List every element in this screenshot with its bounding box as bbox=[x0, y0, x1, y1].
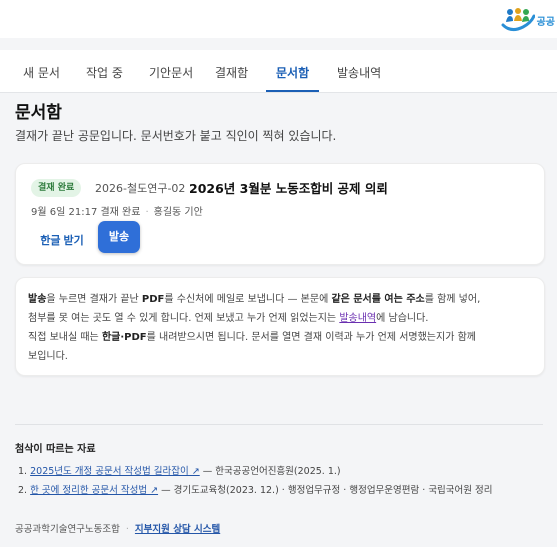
reference-link[interactable]: 한 곳에 정리한 공문서 작성법 ↗ bbox=[30, 485, 158, 496]
document-meta: 9월 6일 21:17 결재 완료 · 홍길동 기안 bbox=[31, 203, 203, 218]
reference-item: 1. 2025년도 개정 공문서 작성법 길라잡이 ↗ — 한국공공언어진흥원(… bbox=[18, 466, 341, 477]
section-divider bbox=[15, 424, 543, 425]
page-title: 문서함 bbox=[15, 103, 62, 123]
tab-drafts[interactable]: 기안문서 bbox=[149, 64, 193, 81]
tab-document-box[interactable]: 문서함 bbox=[276, 64, 309, 81]
document-title[interactable]: 2026년 3월분 노동조합비 공제 의뢰 bbox=[189, 178, 388, 197]
send-history-link[interactable]: 발송내역 bbox=[339, 313, 376, 324]
meta-separator: · bbox=[145, 207, 149, 218]
reference-item: 2. 한 곳에 정리한 공문서 작성법 ↗ — 경기도교육청(2023. 12.… bbox=[18, 485, 493, 496]
reference-link[interactable]: 2025년도 개정 공문서 작성법 길라잡이 ↗ bbox=[30, 466, 200, 477]
tab-approval-box[interactable]: 결재함 bbox=[215, 64, 248, 81]
tab-send-history[interactable]: 발송내역 bbox=[337, 64, 381, 81]
send-notice-card: 발송을 누르면 결재가 끝난 PDF를 수신처에 메일로 보냅니다 — 본문에 … bbox=[15, 277, 545, 376]
download-hwp-button[interactable]: 한글 받기 bbox=[31, 227, 93, 255]
status-badge: 결재 완료 bbox=[31, 179, 82, 197]
tab-in-progress[interactable]: 작업 중 bbox=[86, 64, 123, 81]
references-list: 1. 2025년도 개정 공문서 작성법 길라잡이 ↗ — 한국공공언어진흥원(… bbox=[18, 462, 493, 500]
support-system-link[interactable]: 지부지원 상담 시스템 bbox=[135, 524, 220, 535]
page-description: 결재가 끝난 공문입니다. 문서번호가 붙고 직인이 찍혀 있습니다. bbox=[15, 129, 337, 143]
tab-new-document[interactable]: 새 문서 bbox=[23, 64, 60, 81]
people-logo-icon bbox=[501, 8, 535, 32]
brand-logo[interactable]: 공공 bbox=[501, 6, 557, 34]
footer: 공공과학기술연구노동조합 · 지부지원 상담 시스템 bbox=[15, 521, 220, 535]
send-button[interactable]: 발송 bbox=[98, 221, 140, 253]
tab-bar: 새 문서 작업 중 기안문서 결재함 문서함 발송내역 bbox=[0, 50, 557, 93]
references-title: 첨삭이 따르는 자료 bbox=[15, 444, 96, 455]
footer-separator: · bbox=[125, 524, 129, 535]
document-card: 결재 완료 2026-철도연구-02 2026년 3월분 노동조합비 공제 의뢰… bbox=[15, 163, 545, 265]
approved-time: 9월 6일 21:17 결재 완료 bbox=[31, 207, 141, 218]
document-number: 2026-철도연구-02 bbox=[95, 182, 186, 195]
logo-text: 공공 bbox=[536, 16, 555, 28]
drafter: 홍길동 기안 bbox=[153, 207, 203, 218]
active-tab-indicator bbox=[266, 90, 319, 92]
footer-org: 공공과학기술연구노동조합 bbox=[15, 524, 120, 535]
top-bar: 공공 bbox=[0, 0, 557, 38]
send-notice-text: 발송을 누르면 결재가 끝난 PDF를 수신처에 메일로 보냅니다 — 본문에 … bbox=[28, 294, 481, 362]
